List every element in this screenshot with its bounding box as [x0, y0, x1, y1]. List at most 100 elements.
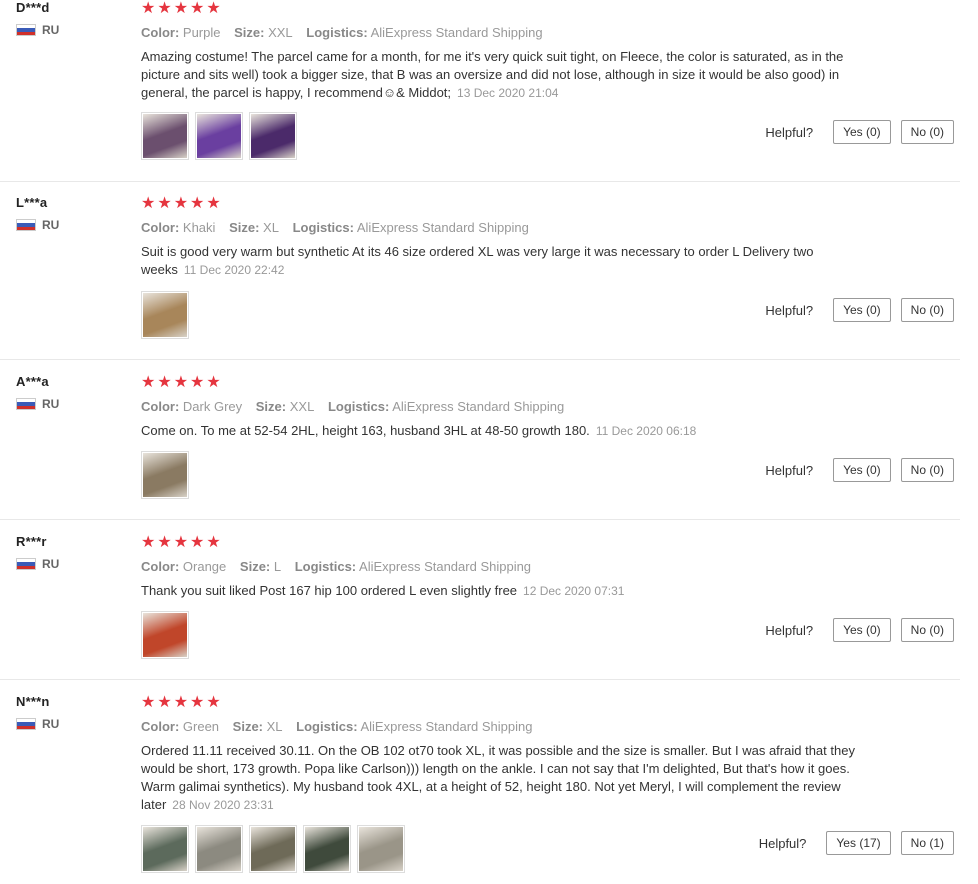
helpful-votes: Helpful? Yes (17) No (1) — [759, 831, 954, 855]
review-date: 13 Dec 2020 21:04 — [457, 86, 559, 100]
reviewer-country: RU — [16, 23, 59, 37]
color-value: Orange — [182, 559, 227, 574]
review-photo[interactable] — [195, 825, 243, 873]
review-photo[interactable] — [195, 112, 243, 160]
logistics-value: AliExpress Standard Shipping — [370, 25, 543, 40]
review-photo[interactable] — [141, 451, 189, 499]
review-text: Come on. To me at 52-54 2HL, height 163,… — [141, 422, 856, 440]
color-label: Color: — [141, 220, 180, 235]
review-content: ★★★★★ Color: Orange Size: L Logistics: A… — [141, 534, 856, 600]
reviewer-name: D***d — [16, 0, 50, 15]
size-value: XL — [266, 719, 283, 734]
logistics-label: Logistics: — [296, 719, 358, 734]
review-photos — [141, 611, 189, 659]
review-photo[interactable] — [303, 825, 351, 873]
logistics-value: AliExpress Standard Shipping — [360, 719, 533, 734]
review-attributes: Color: Khaki Size: XL Logistics: AliExpr… — [141, 220, 856, 235]
helpful-yes-button[interactable]: Yes (0) — [833, 618, 891, 642]
star-rating: ★★★★★ — [141, 195, 223, 212]
review-item: L***a RU ★★★★★ Color: Khaki Size: XL Log… — [0, 195, 960, 360]
review-content: ★★★★★ Color: Green Size: XL Logistics: A… — [141, 694, 856, 814]
reviewer-info: L***a RU — [16, 195, 59, 232]
color-label: Color: — [141, 559, 180, 574]
review-text: Ordered 11.11 received 30.11. On the OB … — [141, 742, 856, 814]
review-content: ★★★★★ Color: Purple Size: XXL Logistics:… — [141, 0, 856, 102]
size-value: XL — [263, 220, 279, 235]
review-attributes: Color: Dark Grey Size: XXL Logistics: Al… — [141, 399, 856, 414]
review-photo[interactable] — [249, 112, 297, 160]
review-photo[interactable] — [141, 291, 189, 339]
helpful-yes-button[interactable]: Yes (0) — [833, 120, 891, 144]
logistics-label: Logistics: — [306, 25, 368, 40]
helpful-votes: Helpful? Yes (0) No (0) — [765, 120, 954, 144]
logistics-value: AliExpress Standard Shipping — [356, 220, 529, 235]
color-value: Khaki — [182, 220, 216, 235]
reviewer-country: RU — [16, 557, 59, 571]
russia-flag-icon — [16, 219, 36, 231]
logistics-label: Logistics: — [292, 220, 354, 235]
reviewer-country: RU — [16, 218, 59, 232]
helpful-yes-button[interactable]: Yes (17) — [826, 831, 891, 855]
color-value: Purple — [182, 25, 221, 40]
review-item: R***r RU ★★★★★ Color: Orange Size: L Log… — [0, 534, 960, 680]
reviewer-name: A***a — [16, 374, 49, 389]
helpful-no-button[interactable]: No (0) — [900, 458, 954, 482]
star-rating: ★★★★★ — [141, 534, 223, 551]
review-body: Come on. To me at 52-54 2HL, height 163,… — [141, 423, 590, 438]
review-text: Amazing costume! The parcel came for a m… — [141, 48, 856, 102]
reviewer-info: A***a RU — [16, 374, 59, 411]
review-photo[interactable] — [249, 825, 297, 873]
logistics-label: Logistics: — [294, 559, 357, 574]
russia-flag-icon — [16, 398, 36, 410]
reviewer-name: L***a — [16, 195, 48, 210]
helpful-label: Helpful? — [765, 124, 814, 140]
helpful-yes-button[interactable]: Yes (0) — [833, 458, 891, 482]
review-attributes: Color: Purple Size: XXL Logistics: AliEx… — [141, 25, 856, 40]
country-code: RU — [42, 557, 60, 571]
reviewer-country: RU — [16, 717, 59, 731]
reviewer-info: N***n RU — [16, 694, 59, 731]
reviewer-name: R***r — [16, 534, 47, 549]
country-code: RU — [42, 397, 60, 411]
review-photos — [141, 451, 189, 499]
review-text: Suit is good very warm but synthetic At … — [141, 243, 856, 279]
size-label: Size: — [232, 719, 264, 734]
review-date: 11 Dec 2020 06:18 — [595, 424, 697, 438]
helpful-no-button[interactable]: No (0) — [900, 618, 954, 642]
review-photo[interactable] — [141, 825, 189, 873]
color-value: Green — [182, 719, 220, 734]
review-photo[interactable] — [141, 611, 189, 659]
helpful-yes-button[interactable]: Yes (0) — [833, 298, 891, 322]
review-body: Thank you suit liked Post 167 hip 100 or… — [141, 583, 518, 598]
star-rating: ★★★★★ — [141, 0, 223, 17]
helpful-votes: Helpful? Yes (0) No (0) — [765, 618, 954, 642]
helpful-no-button[interactable]: No (0) — [900, 298, 954, 322]
color-value: Dark Grey — [182, 399, 243, 414]
helpful-label: Helpful? — [765, 462, 814, 478]
helpful-votes: Helpful? Yes (0) No (0) — [765, 458, 954, 482]
reviewer-country: RU — [16, 397, 59, 411]
size-label: Size: — [239, 559, 271, 574]
helpful-label: Helpful? — [758, 835, 807, 851]
logistics-value: AliExpress Standard Shipping — [392, 399, 565, 414]
size-value: XXL — [289, 399, 315, 414]
logistics-value: AliExpress Standard Shipping — [359, 559, 532, 574]
helpful-label: Helpful? — [765, 622, 814, 638]
helpful-no-button[interactable]: No (0) — [900, 120, 954, 144]
review-photos — [141, 112, 297, 160]
color-label: Color: — [141, 399, 180, 414]
helpful-no-button[interactable]: No (1) — [900, 831, 954, 855]
review-date: 28 Nov 2020 23:31 — [172, 798, 274, 812]
review-photo[interactable] — [357, 825, 405, 873]
country-code: RU — [42, 717, 60, 731]
review-date: 12 Dec 2020 07:31 — [523, 584, 625, 598]
review-photo[interactable] — [141, 112, 189, 160]
review-content: ★★★★★ Color: Dark Grey Size: XXL Logisti… — [141, 374, 856, 440]
color-label: Color: — [141, 25, 180, 40]
size-label: Size: — [255, 399, 287, 414]
review-photos — [141, 825, 405, 873]
review-attributes: Color: Orange Size: L Logistics: AliExpr… — [141, 559, 856, 574]
review-item: N***n RU ★★★★★ Color: Green Size: XL Log… — [0, 694, 960, 884]
country-code: RU — [42, 218, 60, 232]
review-photos — [141, 291, 189, 339]
